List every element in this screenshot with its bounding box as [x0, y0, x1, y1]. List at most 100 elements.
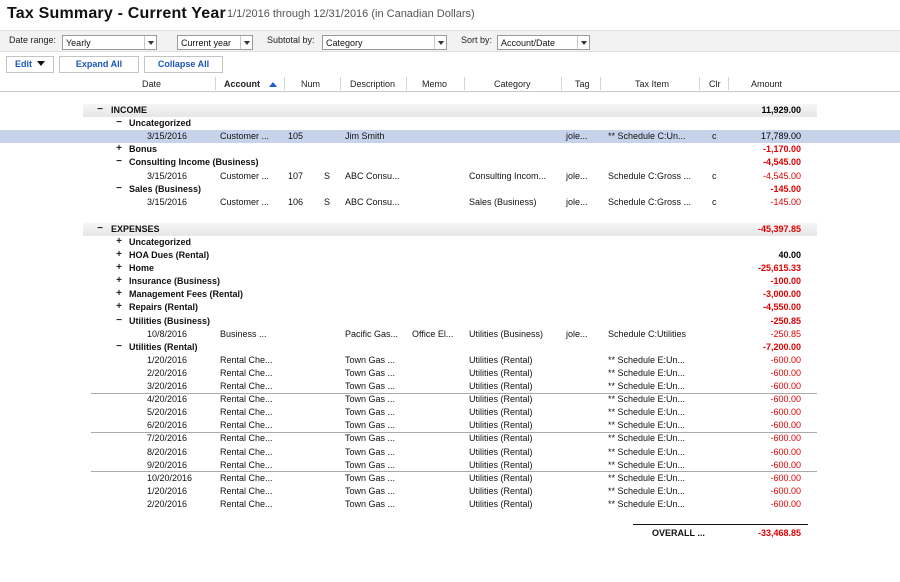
tax-item-cell: ** Schedule E:Un...	[608, 367, 686, 378]
account-cell: Rental Che...	[220, 381, 273, 391]
transaction-row[interactable]: 3/15/2016 Customer ... 107 S ABC Consu... Con…	[0, 170, 900, 183]
expand-icon[interactable]: +	[114, 288, 124, 299]
category-group-row[interactable]: + HOA Dues (Rental) 40.00	[0, 249, 900, 262]
column-divider[interactable]	[561, 77, 562, 90]
collapse-icon[interactable]: −	[114, 156, 124, 167]
column-divider[interactable]	[699, 77, 700, 90]
expand-icon[interactable]: +	[114, 275, 124, 286]
column-divider[interactable]	[284, 77, 285, 90]
column-header-tag[interactable]: Tag	[575, 79, 590, 89]
edit-menu-button[interactable]: Edit	[6, 56, 54, 73]
tax-item-cell: ** Schedule E:Un...	[608, 472, 686, 483]
column-header-amount[interactable]: Amount	[751, 79, 782, 89]
expand-icon[interactable]: +	[114, 301, 124, 312]
collapse-icon[interactable]: −	[114, 315, 124, 326]
sort-select[interactable]: Account/Date	[497, 35, 590, 50]
expand-icon[interactable]: +	[114, 236, 124, 247]
column-header-clr[interactable]: Clr	[709, 79, 721, 89]
expand-icon[interactable]: +	[114, 262, 124, 273]
amount-cell: 17,789.00	[760, 131, 801, 142]
collapse-icon[interactable]: −	[95, 223, 105, 234]
amount-cell: -600.00	[770, 381, 801, 391]
date-range-select[interactable]: Yearly	[62, 35, 157, 50]
expenses-section-total: -45,397.85	[757, 223, 801, 234]
account-cell: Rental Che...	[220, 407, 273, 418]
category-group-row[interactable]: − Utilities (Business) -250.85	[0, 315, 900, 328]
tag-cell: jole...	[566, 131, 588, 142]
expand-icon[interactable]: +	[114, 249, 124, 260]
column-divider[interactable]	[406, 77, 407, 90]
amount-cell: -600.00	[770, 446, 801, 457]
expand-icon[interactable]: +	[114, 143, 124, 154]
transaction-row[interactable]: 10/8/2016 Business ... Pacific Gas... Offic…	[0, 328, 900, 341]
column-header-num[interactable]: Num	[301, 79, 320, 89]
transaction-row[interactable]: 2/20/2016 Rental Che... Town Gas ... Utilit…	[0, 498, 900, 511]
column-header-description[interactable]: Description	[350, 79, 395, 89]
category-group-row[interactable]: + Uncategorized	[0, 236, 900, 249]
transaction-row[interactable]: 2/20/2016 Rental Che... Town Gas ... Utilit…	[0, 367, 900, 380]
tax-item-cell: ** Schedule C:Un...	[608, 131, 686, 142]
overall-label: OVERALL ...	[652, 528, 705, 538]
transaction-row[interactable]: 1/20/2016 Rental Che... Town Gas ... Utilit…	[0, 485, 900, 498]
category-group-row[interactable]: + Bonus -1,170.00	[0, 143, 900, 156]
category-label: Utilities (Rental)	[129, 341, 198, 352]
column-header-memo[interactable]: Memo	[422, 79, 447, 89]
collapse-icon[interactable]: −	[114, 183, 124, 194]
account-cell: Rental Che...	[220, 367, 273, 378]
column-header-date[interactable]: Date	[142, 79, 161, 89]
account-cell: Rental Che...	[220, 459, 273, 470]
expenses-section-header[interactable]: − EXPENSES -45,397.85	[83, 222, 817, 236]
column-divider[interactable]	[215, 77, 216, 90]
transaction-row[interactable]: 10/20/2016 Rental Che... Town Gas ... Utili…	[0, 472, 900, 485]
tax-item-cell: ** Schedule E:Un...	[608, 446, 686, 457]
expand-all-button[interactable]: Expand All	[59, 56, 139, 73]
category-label: Repairs (Rental)	[129, 302, 199, 313]
transaction-row[interactable]: 7/20/2016 Rental Che... Town Gas ... Utilit…	[0, 432, 900, 445]
category-group-row[interactable]: − Uncategorized	[0, 117, 900, 130]
title-bar: Tax Summary - Current Year 1/1/2016 thro…	[0, 0, 900, 30]
transaction-row[interactable]: 5/20/2016 Rental Che... Town Gas ... Utilit…	[0, 406, 900, 419]
category-group-row[interactable]: − Utilities (Rental) -7,200.00	[0, 341, 900, 354]
column-divider[interactable]	[464, 77, 465, 90]
category-group-row[interactable]: + Home -25,615.33	[0, 262, 900, 275]
category-label: Uncategorized	[129, 236, 192, 247]
column-divider[interactable]	[600, 77, 601, 90]
collapse-icon[interactable]: −	[114, 117, 124, 128]
clr-cell: c	[712, 170, 717, 181]
transaction-row[interactable]: 3/20/2016 Rental Che... Town Gas ... Utilit…	[0, 380, 900, 393]
category-group-row[interactable]: − Consulting Income (Business) -4,545.00	[0, 156, 900, 169]
income-section-header[interactable]: − INCOME 11,929.00	[83, 104, 817, 117]
column-header-tax-item[interactable]: Tax Item	[635, 79, 669, 89]
transaction-row[interactable]: 8/20/2016 Rental Che... Town Gas ... Utilit…	[0, 446, 900, 459]
column-divider[interactable]	[340, 77, 341, 90]
amount-cell: -600.00	[770, 354, 801, 365]
date-cell: 2/20/2016	[147, 498, 188, 509]
collapse-all-button[interactable]: Collapse All	[144, 56, 223, 73]
subtotal-select[interactable]: Category	[322, 35, 447, 50]
chevron-down-icon	[144, 36, 156, 49]
category-cell: Utilities (Rental)	[469, 381, 533, 391]
transaction-row[interactable]: 3/15/2016 Customer ... 105 Jim Smith jole...…	[0, 130, 900, 144]
category-group-row[interactable]: − Sales (Business) -145.00	[0, 183, 900, 196]
transaction-row[interactable]: 3/15/2016 Customer ... 106 S ABC Consu... Sal…	[0, 196, 900, 209]
clr-cell: c	[712, 196, 717, 207]
description-cell: Town Gas ...	[345, 407, 396, 418]
transaction-row[interactable]: 9/20/2016 Rental Che... Town Gas ... Utilit…	[0, 459, 900, 472]
category-group-row[interactable]: + Management Fees (Rental) -3,000.00	[0, 288, 900, 301]
column-divider[interactable]	[728, 77, 729, 90]
tag-cell: jole...	[566, 196, 588, 207]
transaction-row[interactable]: 1/20/2016 Rental Che... Town Gas ... Utilit…	[0, 354, 900, 367]
account-cell: Business ...	[220, 328, 267, 339]
category-group-row[interactable]: + Repairs (Rental) -4,550.00	[0, 301, 900, 314]
category-group-row[interactable]: + Insurance (Business) -100.00	[0, 275, 900, 288]
column-header-account[interactable]: Account	[224, 79, 260, 89]
split-indicator: S	[324, 170, 331, 181]
collapse-icon[interactable]: −	[95, 104, 105, 115]
column-header-category[interactable]: Category	[494, 79, 531, 89]
transaction-row[interactable]: 6/20/2016 Rental Che... Town Gas ... Utilit…	[0, 419, 900, 432]
transaction-row[interactable]: 4/20/2016 Rental Che... Town Gas ... Utilit…	[0, 393, 900, 406]
description-cell: Town Gas ...	[345, 354, 396, 365]
period-select[interactable]: Current year	[177, 35, 253, 50]
amount-cell: -4,545.00	[762, 170, 801, 181]
collapse-icon[interactable]: −	[114, 341, 124, 352]
